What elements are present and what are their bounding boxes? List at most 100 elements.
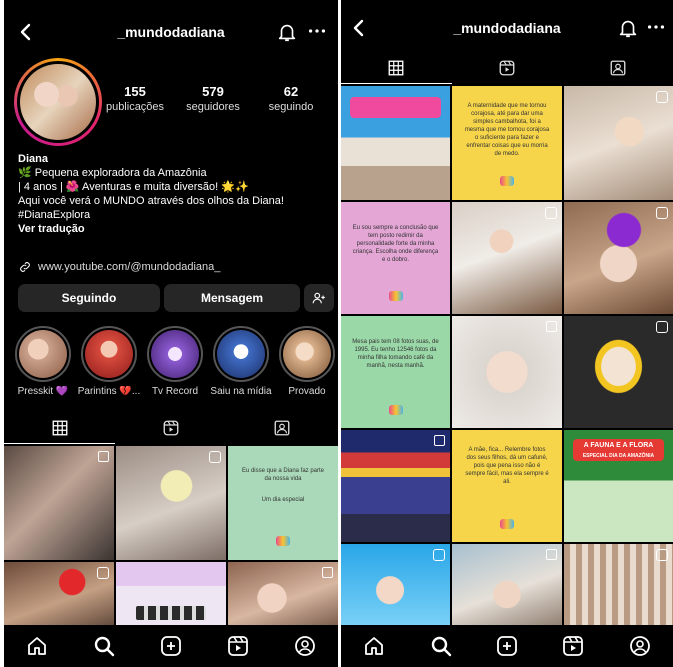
highlight-item[interactable]: Parintins 💔...	[76, 326, 142, 397]
post-thumbnail[interactable]	[564, 316, 673, 428]
profile-link[interactable]: www.youtube.com/@mundodadiana_	[18, 260, 220, 274]
tab-tagged[interactable]	[227, 412, 338, 444]
post-thumbnail[interactable]: Eu disse que a Diana faz parte da nossa …	[228, 446, 338, 560]
bio-line: 🌿 Pequena exploradora da Amazônia	[18, 167, 207, 179]
more-horizontal-icon[interactable]	[645, 16, 667, 38]
tab-tagged[interactable]	[562, 52, 673, 84]
tab-grid[interactable]	[4, 412, 116, 444]
bio-line: Aqui você verá o MUNDO através dos olhos…	[18, 195, 284, 207]
highlight-label: Tv Record	[151, 386, 199, 397]
suggested-button[interactable]	[304, 284, 334, 312]
carousel-icon	[546, 321, 557, 332]
reel-icon	[209, 451, 221, 463]
profile-tabs	[341, 52, 673, 84]
tab-reels[interactable]	[452, 52, 563, 84]
reels-icon[interactable]	[226, 634, 250, 658]
highlight-label: Saiu na mídia	[210, 386, 272, 397]
post-caption-text: A mãe, fica... Relembre fotos dos seus f…	[465, 446, 549, 485]
post-thumbnail[interactable]: A FAUNA E A FLORA ESPECIAL DIA DA AMAZÔN…	[564, 430, 673, 542]
post-thumbnail[interactable]	[341, 86, 450, 200]
posts-grid: A maternidade que me tornou corajosa, at…	[341, 86, 673, 628]
profile-avatar[interactable]	[14, 58, 102, 146]
profile-tabs	[4, 412, 338, 444]
brand-logo	[276, 536, 291, 547]
carousel-icon	[98, 451, 109, 462]
reels-icon	[163, 420, 179, 436]
reels-icon	[499, 60, 515, 76]
bio-line: | 4 anos | 🌺 Aventuras e muita diversão!…	[18, 181, 249, 193]
top-bar: _mundodadiana	[4, 18, 338, 48]
create-icon[interactable]	[159, 634, 183, 658]
post-thumbnail[interactable]	[564, 86, 673, 200]
post-thumbnail[interactable]: Mesa pais tem 08 fotos suas, de 1995. Eu…	[341, 316, 450, 428]
reel-icon	[545, 207, 557, 219]
message-button[interactable]: Mensagem	[164, 284, 300, 312]
profile-grid-screen: _mundodadiana A maternidade que me torno…	[341, 0, 673, 667]
reel-icon	[656, 91, 668, 103]
carousel-icon	[546, 549, 557, 560]
bio-hashtag[interactable]: #DianaExplora	[18, 208, 336, 222]
link-icon	[20, 262, 30, 272]
highlight-item[interactable]: Tv Record	[142, 326, 208, 397]
carousel-icon	[434, 435, 445, 446]
stat-posts-label: publicações	[105, 101, 165, 113]
banner-subtitle: ESPECIAL DIA DA AMAZÔNIA	[582, 452, 655, 459]
post-thumbnail[interactable]: A maternidade que me tornou corajosa, at…	[452, 86, 562, 200]
home-icon[interactable]	[362, 634, 386, 658]
reel-icon	[656, 207, 668, 219]
posts-grid: Eu disse que a Diana faz parte da nossa …	[4, 446, 338, 642]
tab-reels[interactable]	[115, 412, 226, 444]
reel-icon	[433, 549, 445, 561]
home-icon[interactable]	[25, 634, 49, 658]
search-icon[interactable]	[92, 634, 116, 658]
brand-logo	[388, 404, 403, 415]
post-thumbnail[interactable]	[452, 544, 562, 628]
profile-icon[interactable]	[293, 634, 317, 658]
tab-grid[interactable]	[341, 52, 452, 84]
top-bar: _mundodadiana	[341, 14, 673, 44]
post-thumbnail[interactable]	[452, 316, 562, 428]
post-caption-text: Mesa pais tem 08 fotos suas, de 1995. Eu…	[352, 339, 439, 370]
create-icon[interactable]	[495, 634, 519, 658]
stat-followers[interactable]: 579 seguidores	[178, 84, 248, 113]
carousel-icon	[322, 567, 333, 578]
highlight-label: Provado	[288, 386, 326, 397]
profile-bio: Diana 🌿 Pequena exploradora da Amazônia …	[18, 152, 336, 236]
brand-logo	[500, 176, 515, 187]
post-thumbnail[interactable]	[116, 446, 226, 560]
translate-link[interactable]: Ver tradução	[18, 222, 336, 236]
bottom-nav	[4, 625, 338, 667]
tagged-icon	[610, 60, 626, 76]
highlight-item[interactable]: Presskit 💜	[10, 326, 76, 397]
post-thumbnail[interactable]	[341, 430, 450, 542]
highlight-label: Parintins 💔...	[77, 386, 141, 397]
highlight-item[interactable]: Provado	[274, 326, 338, 397]
bottom-nav	[341, 625, 673, 667]
highlight-item[interactable]: Saiu na mídia	[208, 326, 274, 397]
stat-followers-label: seguidores	[186, 101, 240, 113]
post-thumbnail[interactable]	[341, 544, 450, 628]
stat-posts[interactable]: 155 publicações	[100, 84, 170, 113]
link-url: www.youtube.com/@mundodadiana_	[38, 261, 221, 273]
following-button[interactable]: Seguindo	[18, 284, 160, 312]
grid-icon	[388, 60, 404, 75]
stat-following[interactable]: 62 seguindo	[256, 84, 326, 113]
post-thumbnail[interactable]: A mãe, fica... Relembre fotos dos seus f…	[452, 430, 562, 542]
post-thumbnail[interactable]	[564, 202, 673, 314]
highlight-label: Presskit 💜	[17, 386, 69, 397]
post-caption-text: Eu disse que a Diana faz parte da nossa …	[241, 467, 325, 482]
add-person-icon	[312, 292, 325, 304]
post-thumbnail[interactable]	[452, 202, 562, 314]
reels-icon[interactable]	[561, 634, 585, 658]
bell-icon[interactable]	[276, 21, 298, 43]
stat-posts-value: 155	[124, 84, 146, 99]
bell-icon[interactable]	[617, 17, 639, 39]
stat-followers-value: 579	[202, 84, 224, 99]
post-thumbnail[interactable]: Eu sou sempre a conclusão que tem posto …	[341, 202, 450, 314]
profile-screen: _mundodadiana 155 publicações 579 seguid…	[4, 0, 338, 667]
profile-icon[interactable]	[628, 634, 652, 658]
post-thumbnail[interactable]	[564, 544, 673, 628]
search-icon[interactable]	[429, 634, 453, 658]
more-horizontal-icon[interactable]	[306, 20, 328, 42]
post-thumbnail[interactable]	[4, 446, 114, 560]
